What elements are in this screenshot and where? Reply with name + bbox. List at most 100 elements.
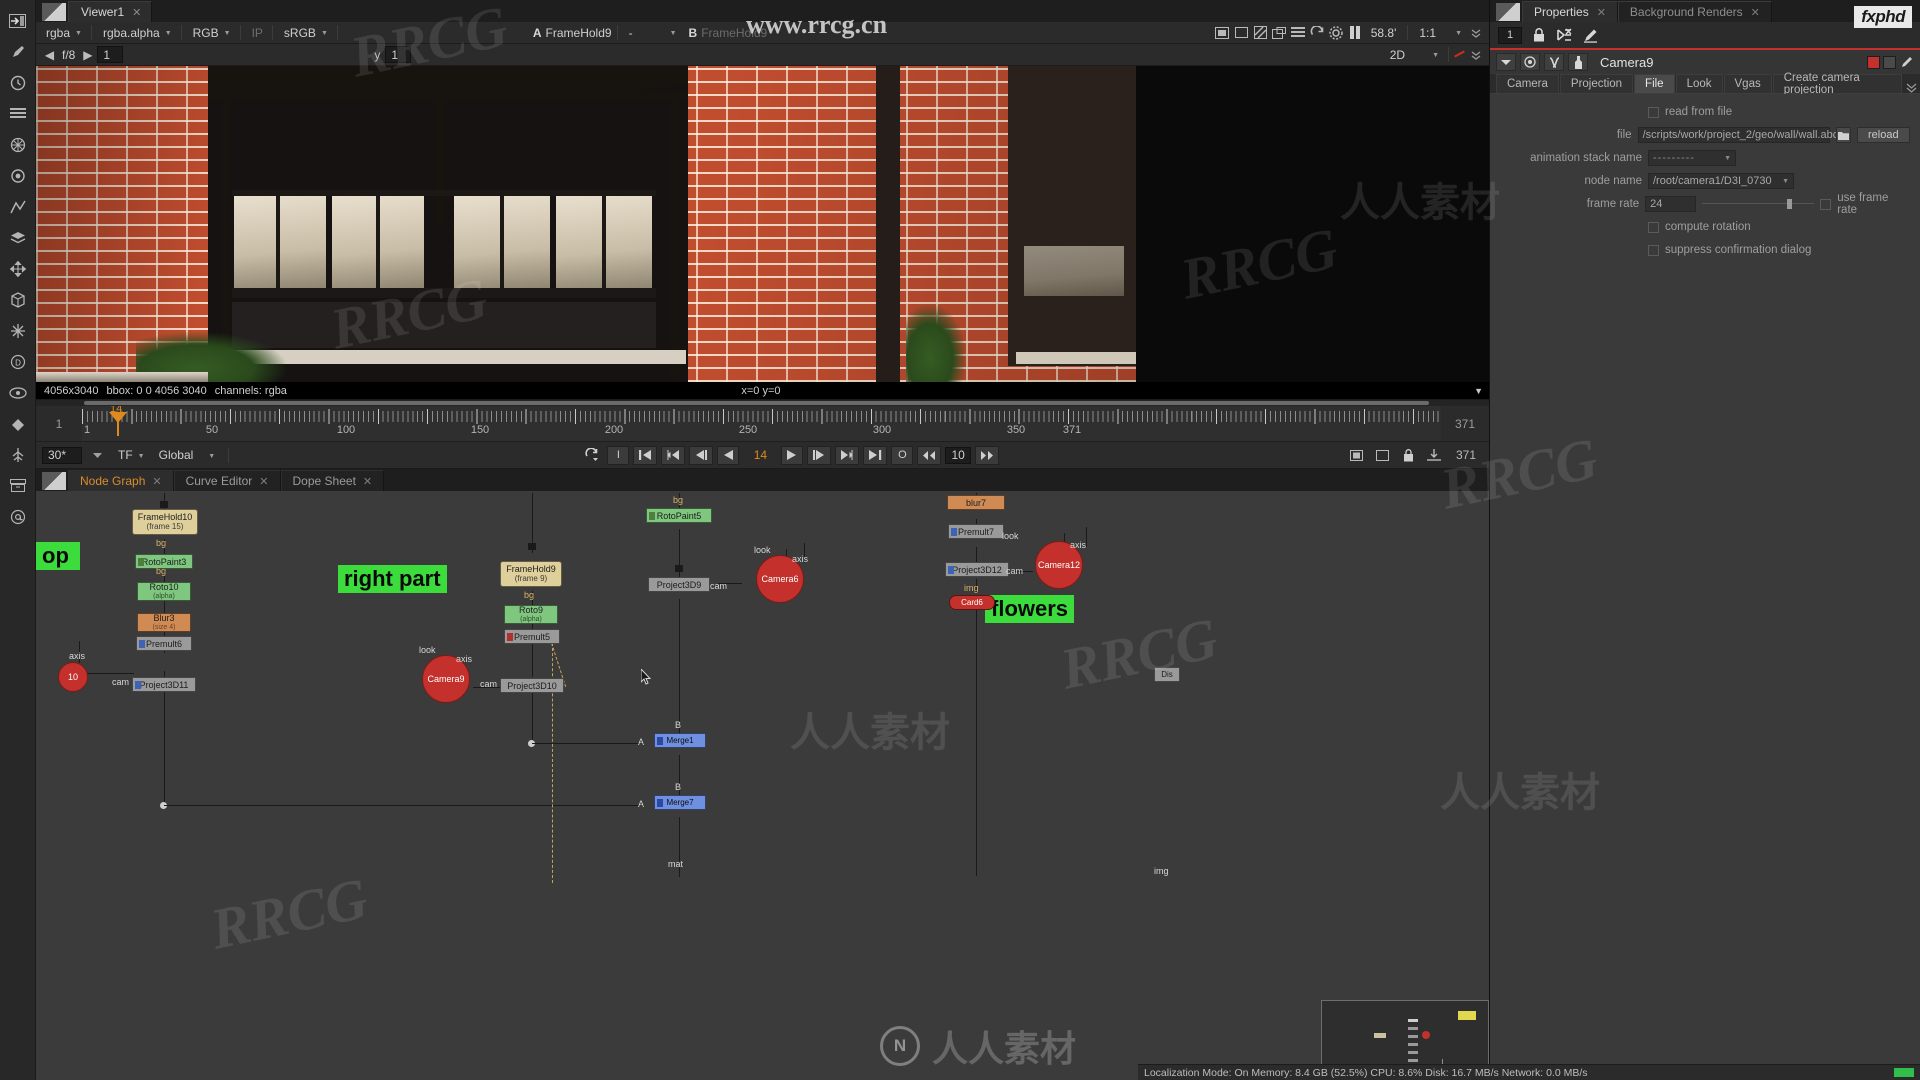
toolbar-item-merge[interactable] xyxy=(4,223,32,253)
fit-to-window-icon[interactable] xyxy=(1213,24,1232,42)
step-back-button[interactable] xyxy=(689,445,714,465)
timeline-scroll-thumb[interactable] xyxy=(84,401,1429,405)
toolbar-item-other[interactable] xyxy=(4,440,32,470)
fps-input[interactable]: 30* xyxy=(42,446,82,464)
tab-vgas[interactable]: Vgas xyxy=(1723,74,1772,93)
frame-back-increment-button[interactable] xyxy=(917,445,942,465)
timeline-ruler[interactable]: 1 50 100 150 200 250 300 350 371 14 xyxy=(82,406,1441,441)
suppress-dialog-checkbox[interactable] xyxy=(1648,244,1659,256)
range-end-display[interactable]: 371 xyxy=(1449,448,1483,462)
node-merge1[interactable]: Merge1 xyxy=(654,733,706,748)
tab-projection[interactable]: Projection xyxy=(1559,74,1634,93)
sticky-note[interactable]: op xyxy=(36,542,80,570)
node-premult7[interactable]: Premult7 xyxy=(948,524,1004,539)
timeline-end-frame[interactable]: 371 xyxy=(1441,406,1489,441)
next-keyframe-button[interactable] xyxy=(835,445,860,465)
roi-icon[interactable] xyxy=(1270,24,1289,42)
colorspace-selector[interactable]: sRGB ▼ xyxy=(278,24,332,41)
channels-selector[interactable]: rgba ▼ xyxy=(40,24,86,41)
playback-mode-button[interactable] xyxy=(580,446,603,465)
frame-rate-slider[interactable] xyxy=(1702,198,1815,210)
wrench-icon[interactable] xyxy=(1568,53,1588,71)
toolbar-item-transform-in[interactable] xyxy=(4,6,32,36)
animation-stack-select[interactable]: --------- ▼ xyxy=(1648,150,1736,166)
lock-icon[interactable] xyxy=(1529,26,1548,44)
current-frame-display[interactable]: 14 xyxy=(743,448,777,462)
read-from-file-checkbox[interactable] xyxy=(1648,106,1659,118)
zoom-to-fit-icon[interactable] xyxy=(1232,24,1251,42)
close-icon[interactable]: ✕ xyxy=(152,475,161,488)
properties-count[interactable]: 1 xyxy=(1498,26,1522,44)
toolbar-item-deep[interactable]: D xyxy=(4,347,32,377)
panel-grip-icon[interactable] xyxy=(1496,3,1520,21)
tab-create-camera-projection[interactable]: Create camera projection xyxy=(1772,72,1902,96)
tab-camera[interactable]: Camera xyxy=(1496,74,1559,93)
toolbar-item-filter[interactable] xyxy=(4,161,32,191)
close-icon[interactable]: ✕ xyxy=(259,475,268,488)
tab-file[interactable]: File xyxy=(1634,74,1675,93)
close-icon[interactable]: ✕ xyxy=(1597,6,1606,19)
compute-rotation-checkbox[interactable] xyxy=(1648,221,1659,233)
play-forward-button[interactable] xyxy=(781,445,804,465)
zoom-level[interactable]: 58.8' xyxy=(1365,26,1403,40)
wipe-icon[interactable] xyxy=(1251,24,1270,42)
toolbar-item-transform[interactable] xyxy=(4,254,32,284)
node-project3d9[interactable]: Project3D9 xyxy=(648,577,710,592)
clear-all-icon[interactable] xyxy=(1555,26,1574,44)
node-graph-canvas[interactable]: op right part flowers FrameHold10 (frame… xyxy=(36,491,1489,1080)
frame-rate-input[interactable]: 24 xyxy=(1645,196,1697,212)
input-b-selector[interactable]: B FrameHold9 xyxy=(689,26,768,40)
node-rotopaint5[interactable]: RotoPaint5 xyxy=(646,508,712,523)
tabs-overflow-icon[interactable] xyxy=(1903,82,1920,93)
chevron-down-icon[interactable]: ▼ xyxy=(1474,386,1483,396)
view-mode-selector[interactable]: 2D ▼ xyxy=(1384,46,1443,63)
target-icon[interactable] xyxy=(1520,53,1540,71)
ip-toggle[interactable]: IP xyxy=(246,24,267,41)
pixel-aspect-selector[interactable]: 1:1 ▼ xyxy=(1413,24,1466,41)
tab-background-renders[interactable]: Background Renders ✕ xyxy=(1617,1,1772,22)
overlay-list-icon[interactable] xyxy=(1289,24,1308,42)
node-project3d10[interactable]: Project3D10 xyxy=(500,678,564,693)
node-rename-icon[interactable] xyxy=(1899,56,1914,69)
tab-curve-editor[interactable]: Curve Editor ✕ xyxy=(173,470,281,491)
tab-properties[interactable]: Properties ✕ xyxy=(1522,1,1618,22)
node-project3d12[interactable]: Project3D12 xyxy=(945,562,1009,577)
fullframe-icon[interactable] xyxy=(1345,446,1367,465)
node-color-swatch-alt[interactable] xyxy=(1883,55,1896,69)
lock-range-icon[interactable] xyxy=(1397,446,1419,465)
pencil-icon[interactable] xyxy=(1581,26,1600,44)
toolbar-item-color[interactable] xyxy=(4,130,32,160)
step-forward-button[interactable] xyxy=(807,445,832,465)
pause-icon[interactable] xyxy=(1346,24,1365,42)
toolbar-item-3d[interactable] xyxy=(4,285,32,315)
mask-icon[interactable] xyxy=(1544,53,1564,71)
timecode-mode-selector[interactable]: TF ▼ xyxy=(112,447,149,464)
node-card6[interactable]: Card6 xyxy=(949,595,995,610)
alpha-channel-selector[interactable]: rgba.alpha ▼ xyxy=(97,24,176,41)
folder-icon[interactable] xyxy=(1835,127,1851,143)
close-icon[interactable]: ✕ xyxy=(1751,6,1760,19)
panel-grip-icon[interactable] xyxy=(42,472,66,490)
viewer-canvas[interactable]: 4056x3040 bbox: 0 0 4056 3040 channels: … xyxy=(36,66,1489,399)
expand-toolbar-icon[interactable] xyxy=(1466,24,1485,42)
proxy-prev-icon[interactable]: ◀ xyxy=(40,46,59,64)
toolbar-item-views[interactable] xyxy=(4,378,32,408)
toolbar-item-time[interactable] xyxy=(4,68,32,98)
timeline-start-frame[interactable]: 1 xyxy=(36,406,82,441)
previous-keyframe-button[interactable] xyxy=(661,445,686,465)
gain-y-input[interactable]: 1 xyxy=(385,46,412,63)
toolbar-item-paint[interactable] xyxy=(4,409,32,439)
cache-icon[interactable] xyxy=(1423,446,1445,465)
gear-icon[interactable] xyxy=(1327,24,1346,42)
node-blur3[interactable]: Blur3 (size 4) xyxy=(137,613,191,632)
play-backward-button[interactable] xyxy=(717,445,740,465)
refresh-icon[interactable] xyxy=(1308,24,1327,42)
range-mode-selector[interactable]: Global ▼ xyxy=(153,447,220,464)
proxy-input[interactable]: 1 xyxy=(97,46,124,63)
node-framehold9[interactable]: FrameHold9 (frame 9) xyxy=(500,561,562,587)
frame-forward-increment-button[interactable] xyxy=(974,445,999,465)
goto-end-button[interactable] xyxy=(863,445,888,465)
increment-input[interactable]: 10 xyxy=(945,446,971,464)
goto-start-button[interactable] xyxy=(633,445,658,465)
node-dis-partial[interactable]: Dis xyxy=(1154,667,1180,682)
